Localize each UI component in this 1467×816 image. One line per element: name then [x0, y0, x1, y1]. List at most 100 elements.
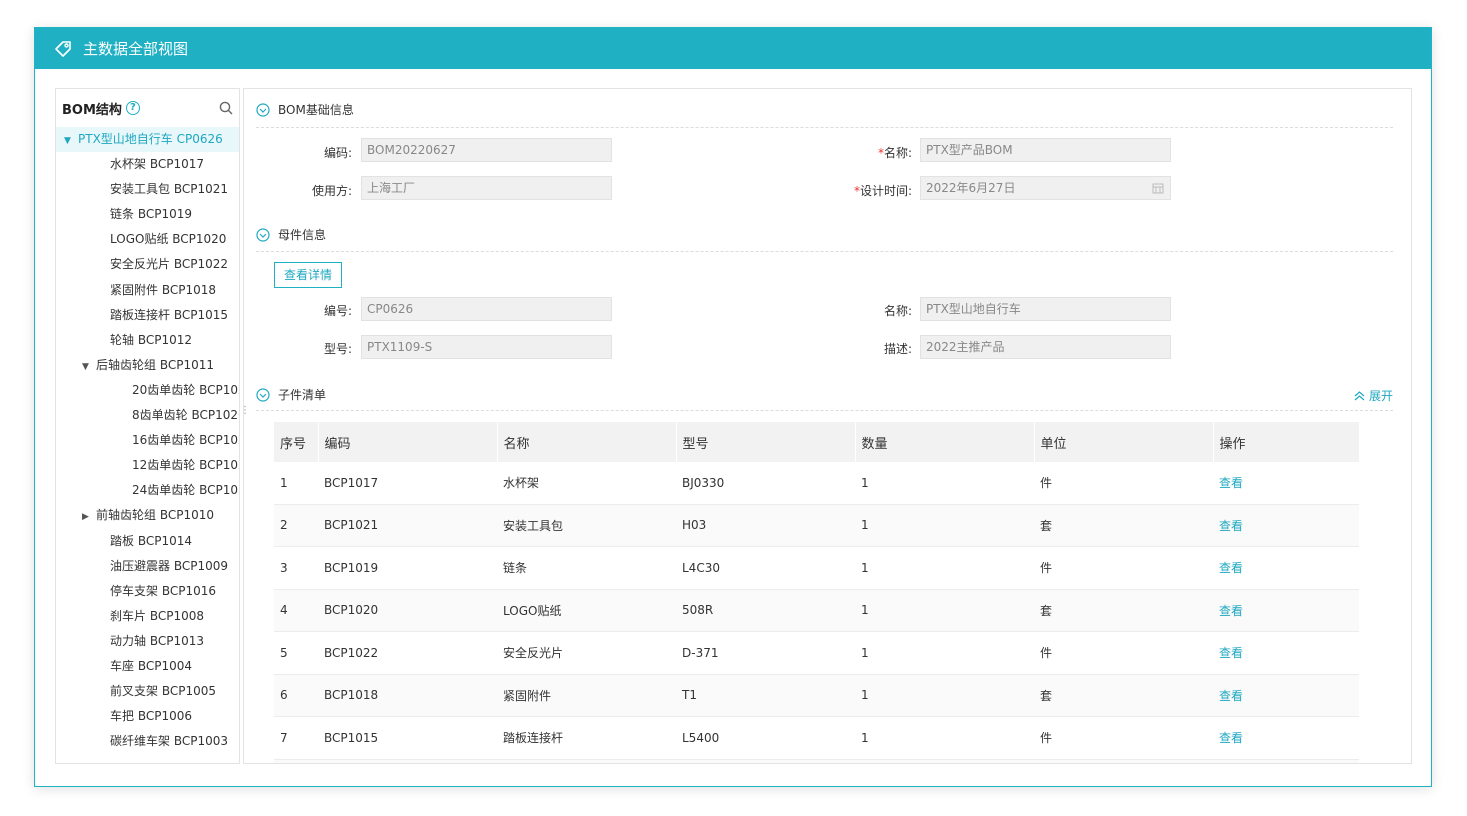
- calendar-icon[interactable]: [1152, 182, 1164, 194]
- tree-node-label: 刹车片 BCP1008: [110, 608, 204, 623]
- view-link[interactable]: 查看: [1213, 759, 1359, 763]
- tree-node[interactable]: 车座 BCP1004: [56, 654, 239, 679]
- tree-node-label: 8齿单齿轮 BCP1026: [132, 408, 239, 423]
- table-row: 7 BCP1015 踏板连接杆 L5400 1 件查看: [274, 716, 1359, 760]
- table-cell: 5: [274, 631, 318, 675]
- table-cell: 8: [274, 759, 318, 763]
- collapse-circle-icon[interactable]: [256, 227, 270, 242]
- tree-node[interactable]: 碳纤维车架 BCP1003: [56, 729, 239, 754]
- tree-node[interactable]: 链条 BCP1019: [56, 202, 239, 227]
- name-label: *名称:: [877, 146, 912, 160]
- tree-node[interactable]: 踏板 BCP1014: [56, 529, 239, 554]
- tree-node[interactable]: 轮轴 BCP1012: [56, 328, 239, 353]
- tree-node-label: 安装工具包 BCP1021: [110, 182, 228, 197]
- section-parent-info[interactable]: 母件信息: [256, 226, 326, 243]
- view-detail-button[interactable]: 查看详情: [274, 262, 342, 288]
- table-row: 2 BCP1021 安装工具包 H03 1 套查看: [274, 504, 1359, 547]
- help-icon[interactable]: ?: [125, 101, 140, 115]
- tree-node[interactable]: ▼ 后轴齿轮组 BCP1011: [56, 353, 239, 378]
- tree-node[interactable]: 12齿单齿轮 BCP1027: [56, 453, 239, 478]
- table-cell: L4C30: [676, 546, 855, 590]
- view-link[interactable]: 查看: [1213, 674, 1359, 717]
- tree-node[interactable]: 踏板连接杆 BCP1015: [56, 303, 239, 328]
- table-cell: BCP1021: [318, 504, 497, 547]
- page-title: 主数据全部视图: [83, 40, 189, 58]
- bom-date-field[interactable]: 2022年6月27日: [920, 176, 1171, 200]
- parent-model-label: 型号:: [323, 342, 352, 356]
- table-cell: 1: [855, 462, 1034, 505]
- section-bom-info[interactable]: BOM基础信息: [256, 101, 354, 118]
- table-cell: BCP1017: [318, 462, 497, 505]
- table-row: 5 BCP1022 安全反光片 D-371 1 件查看: [274, 631, 1359, 675]
- tree-node-label: 碳纤维车架 BCP1003: [110, 734, 228, 749]
- table-cell: 件: [1034, 546, 1213, 590]
- tree-node[interactable]: 安装工具包 BCP1021: [56, 177, 239, 202]
- tree-header: BOM结构 ?: [56, 89, 239, 127]
- bom-name-field[interactable]: PTX型产品BOM: [920, 138, 1171, 162]
- collapse-circle-icon[interactable]: [256, 387, 270, 402]
- search-icon[interactable]: [219, 101, 233, 115]
- expand-toggle[interactable]: 展开: [1354, 387, 1393, 404]
- view-link[interactable]: 查看: [1213, 589, 1359, 632]
- table-cell: 轮轴: [497, 759, 676, 763]
- parent-name-field[interactable]: PTX型山地自行车: [920, 297, 1171, 321]
- bom-code-field[interactable]: BOM20220627: [361, 138, 612, 162]
- caret-right-icon[interactable]: ▶: [82, 505, 96, 528]
- tree-node[interactable]: 油压避震器 BCP1009: [56, 554, 239, 579]
- tree-node-label: 链条 BCP1019: [110, 207, 192, 222]
- table-cell: 件: [1034, 716, 1213, 760]
- tree-node[interactable]: 紧固附件 BCP1018: [56, 278, 239, 303]
- view-link[interactable]: 查看: [1213, 546, 1359, 590]
- tree-node[interactable]: 16齿单齿轮 BCP1028: [56, 428, 239, 453]
- children-table: 序号 编码 名称 型号 数量 单位 操作 1 BCP1017 水杯架 BJ0330 1 件查看 2 BCP…: [274, 422, 1360, 763]
- caret-down-icon[interactable]: ▼: [82, 355, 96, 378]
- table-row: 6 BCP1018 紧固附件 T1 1 套查看: [274, 674, 1359, 717]
- collapse-circle-icon[interactable]: [256, 102, 270, 117]
- table-cell: T1: [676, 674, 855, 717]
- tree-node-label: 后轴齿轮组 BCP1011: [96, 357, 214, 372]
- tree-node[interactable]: 安全反光片 BCP1022: [56, 252, 239, 277]
- tree-node[interactable]: 8齿单齿轮 BCP1026: [56, 403, 239, 428]
- parent-code-field[interactable]: CP0626: [361, 297, 612, 321]
- table-cell: 1: [855, 631, 1034, 675]
- parent-model-field[interactable]: PTX1109-S: [361, 335, 612, 359]
- tree-node[interactable]: 刹车片 BCP1008: [56, 604, 239, 629]
- view-link[interactable]: 查看: [1213, 631, 1359, 675]
- table-cell: 套: [1034, 674, 1213, 717]
- tree-node[interactable]: 停车支架 BCP1016: [56, 579, 239, 604]
- tree-node[interactable]: 车把 BCP1006: [56, 704, 239, 729]
- column-header: 名称: [497, 422, 677, 462]
- tree-node[interactable]: ▼ PTX型山地自行车 CP0626: [56, 127, 239, 153]
- table-cell: 1: [855, 546, 1034, 590]
- column-header: 型号: [676, 422, 856, 462]
- section-children[interactable]: 子件清单: [256, 386, 326, 403]
- tree-node[interactable]: ▶ 前轴齿轮组 BCP1010: [56, 503, 239, 528]
- section-title: 子件清单: [278, 388, 327, 402]
- parent-desc-field[interactable]: 2022主推产品: [920, 335, 1171, 359]
- tree-node-label: 20齿单齿轮 BCP1029: [132, 382, 239, 397]
- table-cell: 1: [855, 716, 1034, 760]
- tree-node[interactable]: 动力轴 BCP1013: [56, 629, 239, 654]
- tree-node[interactable]: 20齿单齿轮 BCP1029: [56, 378, 239, 403]
- table-cell: 3: [274, 546, 318, 590]
- bom-user-field[interactable]: 上海工厂: [361, 176, 612, 200]
- table-cell: BCP1012: [318, 759, 497, 763]
- tag-icon: [55, 40, 71, 57]
- view-link[interactable]: 查看: [1213, 716, 1359, 760]
- table-cell: 套: [1034, 504, 1213, 547]
- view-link[interactable]: 查看: [1213, 462, 1359, 505]
- table-cell: BCP1018: [318, 674, 497, 717]
- tree-node-label: 紧固附件 BCP1018: [110, 282, 216, 297]
- table-row: 3 BCP1019 链条 L4C30 1 件查看: [274, 546, 1359, 590]
- tree-node-label: 16齿单齿轮 BCP1028: [132, 433, 239, 448]
- caret-down-icon[interactable]: ▼: [64, 129, 78, 152]
- tree-node[interactable]: 水杯架 BCP1017: [56, 152, 239, 177]
- tree-node-label: 停车支架 BCP1016: [110, 583, 216, 598]
- bom-tree: ▼ PTX型山地自行车 CP0626 水杯架 BCP1017 安装工具包 BCP102…: [56, 127, 239, 754]
- tree-node-label: 轮轴 BCP1012: [110, 332, 192, 347]
- tree-node[interactable]: LOGO贴纸 BCP1020: [56, 227, 239, 252]
- tree-node[interactable]: 前叉支架 BCP1005: [56, 679, 239, 704]
- table-cell: 2: [274, 504, 318, 547]
- tree-node[interactable]: 24齿单齿轮 BCP1030: [56, 478, 239, 503]
- view-link[interactable]: 查看: [1213, 504, 1359, 547]
